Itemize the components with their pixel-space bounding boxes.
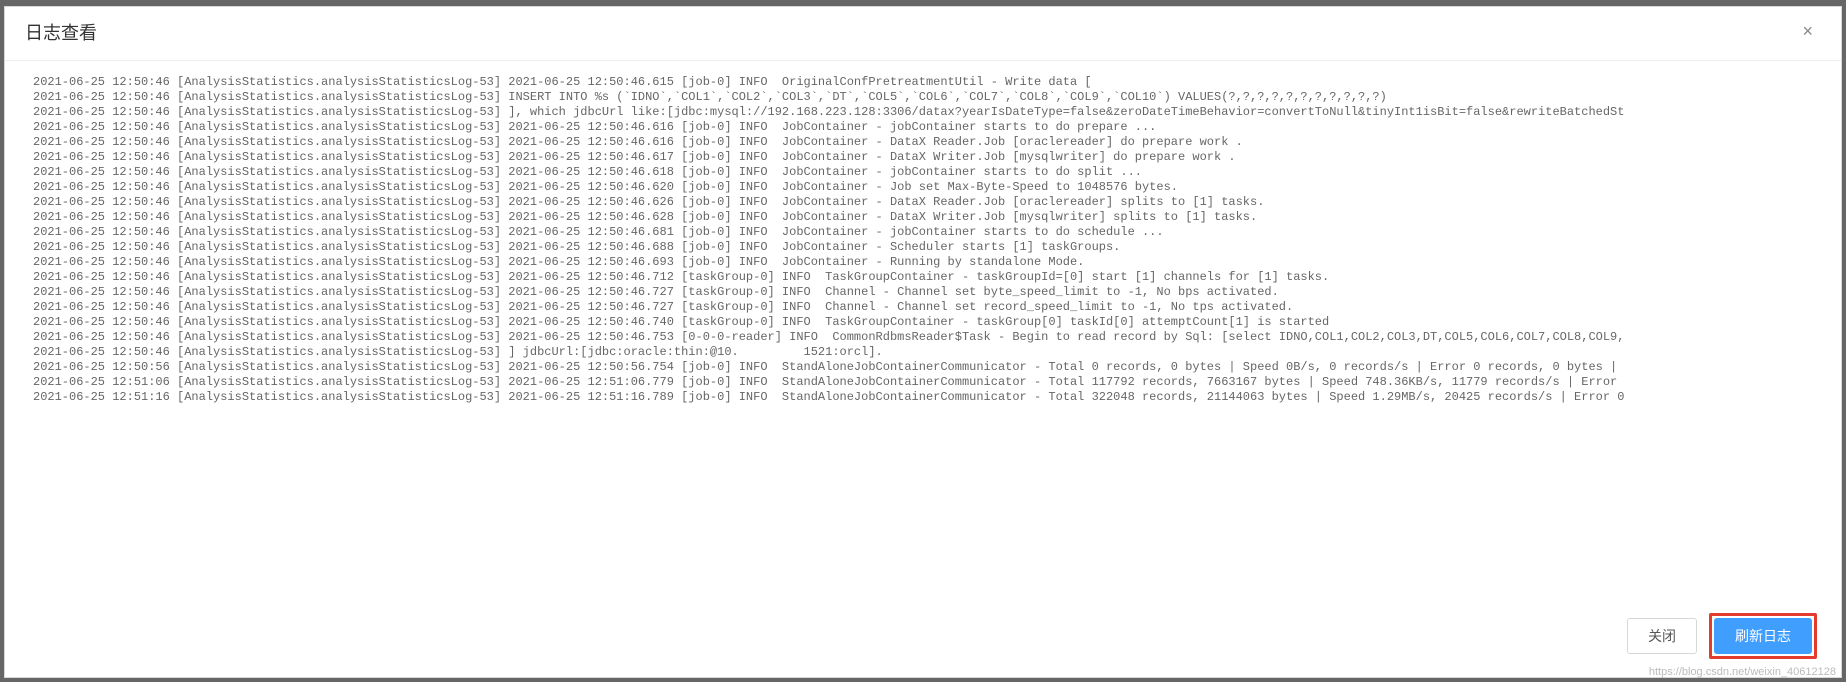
modal-header: 日志查看 × (5, 7, 1841, 52)
modal-title: 日志查看 (25, 19, 97, 45)
modal-footer: 关闭 刷新日志 (5, 597, 1841, 677)
log-text: 2021-06-25 12:50:46 [AnalysisStatistics.… (33, 75, 1813, 405)
refresh-highlight: 刷新日志 (1709, 613, 1817, 659)
log-output-area[interactable]: 2021-06-25 12:50:46 [AnalysisStatistics.… (33, 75, 1813, 589)
header-divider (5, 60, 1841, 61)
close-icon[interactable]: × (1794, 17, 1821, 46)
log-viewer-modal: 日志查看 × 2021-06-25 12:50:46 [AnalysisStat… (4, 6, 1842, 678)
refresh-log-button[interactable]: 刷新日志 (1714, 618, 1812, 654)
close-button[interactable]: 关闭 (1627, 618, 1697, 654)
